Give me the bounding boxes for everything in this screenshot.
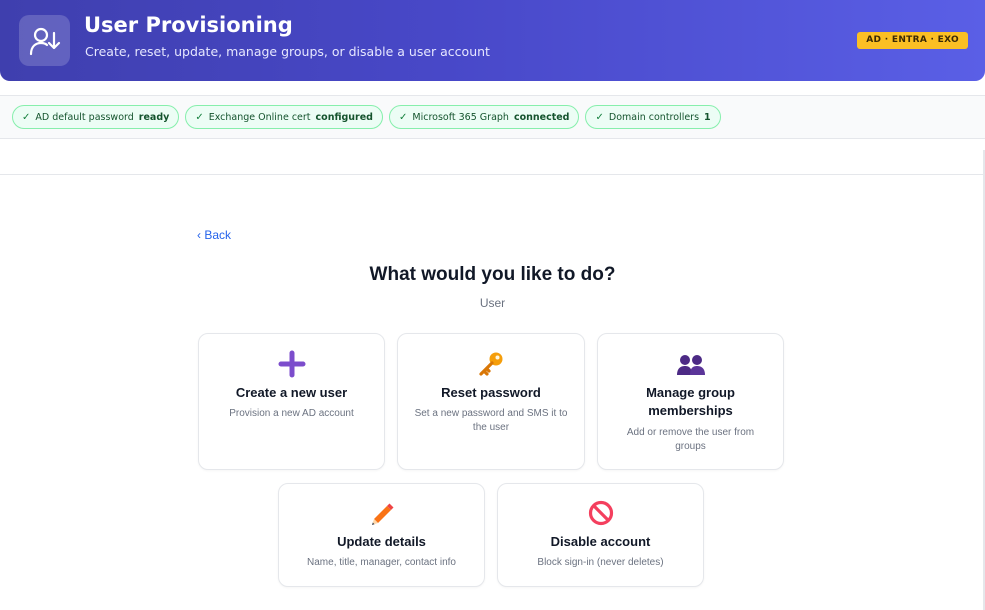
card-title: Manage group memberships <box>646 385 735 418</box>
status-pill-graph: ✓ Microsoft 365 Graph connected <box>389 105 580 129</box>
prohibited-icon <box>498 499 703 527</box>
card-title: Reset password <box>441 385 541 400</box>
disable-account-card[interactable]: Disable account Block sign-in (never del… <box>497 483 704 587</box>
app-header: User Provisioning Create, reset, update,… <box>0 0 985 81</box>
status-pill-ad-password: ✓ AD default password ready <box>12 105 180 129</box>
people-icon <box>598 352 783 378</box>
status-pill-domain-controllers: ✓ Domain controllers 1 <box>585 105 721 129</box>
page-title: What would you like to do? <box>369 264 616 285</box>
status-pill-exchange-cert: ✓ Exchange Online cert configured <box>185 105 383 129</box>
status-value: ready <box>138 111 170 123</box>
user-download-icon <box>19 15 70 66</box>
section-divider <box>0 174 985 175</box>
card-description: Name, title, manager, contact info <box>307 557 456 568</box>
header-subtitle: Create, reset, update, manage groups, or… <box>85 44 490 59</box>
pencil-icon <box>279 499 484 527</box>
page-subtitle: User <box>479 296 506 310</box>
status-label: Microsoft 365 Graph <box>412 111 509 123</box>
check-icon: ✓ <box>22 111 31 123</box>
status-label: Exchange Online cert <box>208 111 311 123</box>
status-value: connected <box>513 111 570 123</box>
plus-icon <box>199 350 384 378</box>
page-title-header: User Provisioning <box>84 13 293 37</box>
card-description: Provision a new AD account <box>229 408 354 419</box>
back-link[interactable]: ‹ Back <box>197 228 231 242</box>
manage-groups-card[interactable]: Manage group memberships Add or remove t… <box>597 333 784 470</box>
status-bar: ✓ AD default password ready ✓ Exchange O… <box>0 95 985 139</box>
create-user-card[interactable]: Create a new user Provision a new AD acc… <box>198 333 385 470</box>
key-icon <box>398 350 584 378</box>
card-description: Block sign-in (never deletes) <box>537 557 664 568</box>
card-title: Update details <box>337 534 426 549</box>
update-details-card[interactable]: Update details Name, title, manager, con… <box>278 483 485 587</box>
status-label: Domain controllers <box>608 111 700 123</box>
card-description: Set a new password and SMS it to the use… <box>414 408 568 433</box>
status-value: 1 <box>704 111 711 123</box>
card-title: Create a new user <box>235 385 348 400</box>
status-value: configured <box>315 111 373 123</box>
card-title: Disable account <box>550 534 651 549</box>
check-icon: ✓ <box>399 111 408 123</box>
service-badge: AD · ENTRA · EXO <box>857 32 968 49</box>
reset-password-card[interactable]: Reset password Set a new password and SM… <box>397 333 585 470</box>
check-icon: ✓ <box>595 111 604 123</box>
status-label: AD default password <box>35 111 134 123</box>
card-description: Add or remove the user from groups <box>626 427 755 452</box>
check-icon: ✓ <box>195 111 204 123</box>
